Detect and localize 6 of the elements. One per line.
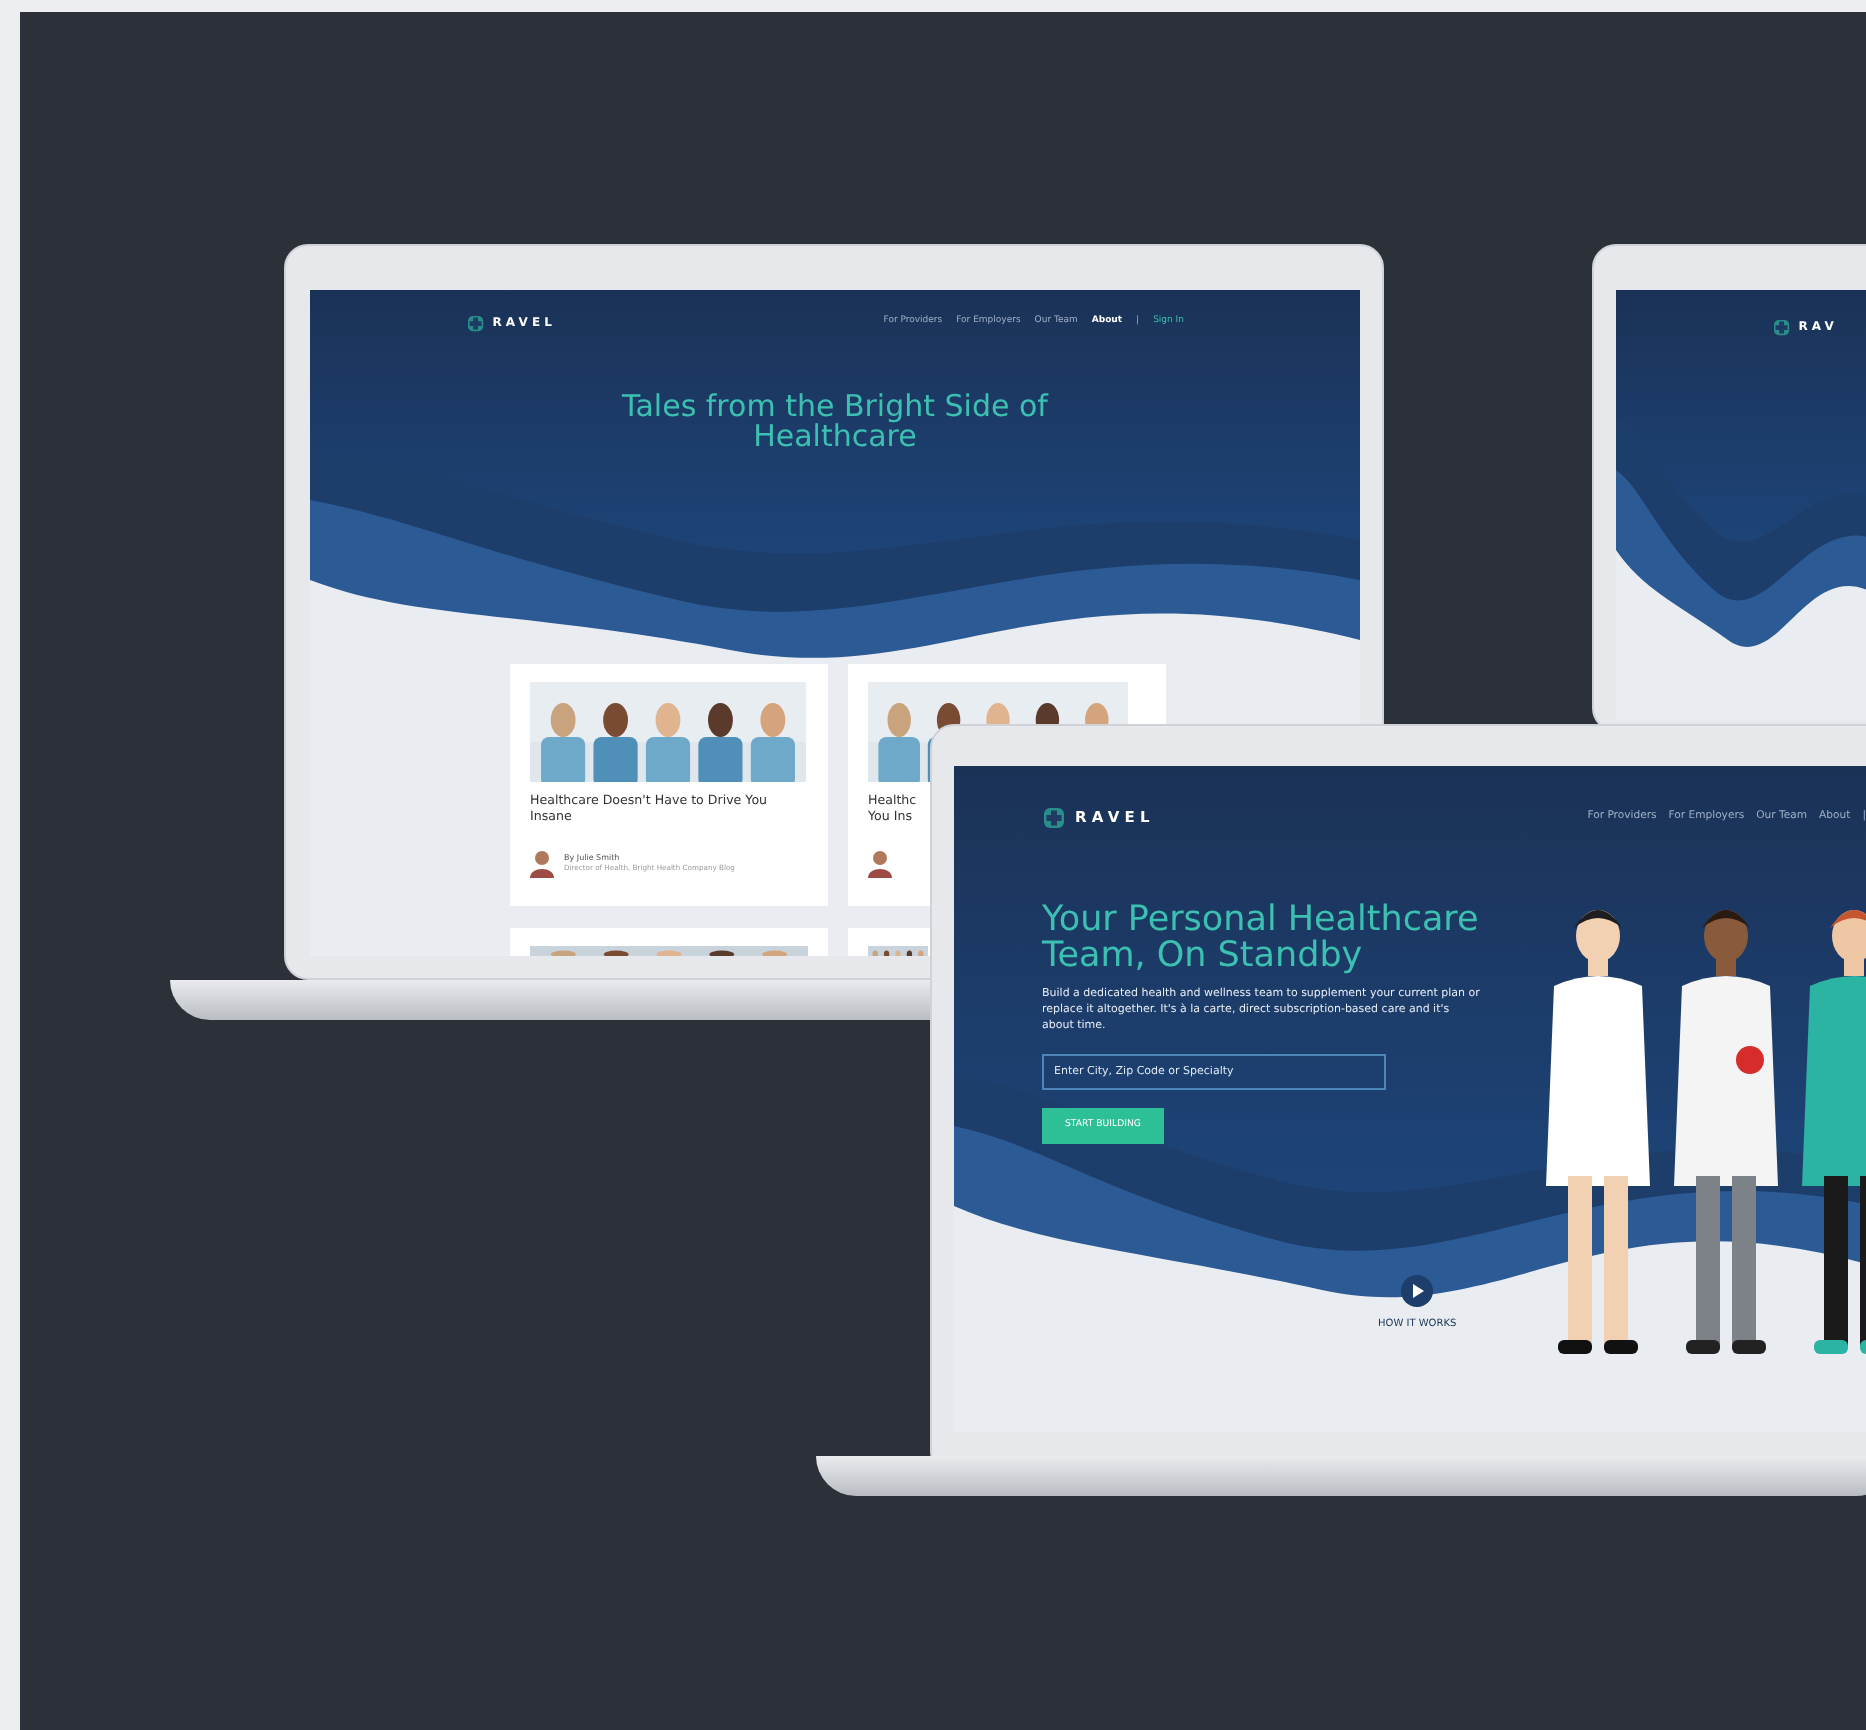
play-icon[interactable]	[1400, 1274, 1435, 1308]
page-heading: Tales from the Bright Side of Healthcare	[620, 391, 1051, 452]
cross-logo-icon	[1042, 806, 1066, 830]
hero-heading: Your Personal Healthcare Team, On Standby	[1042, 902, 1481, 974]
avatar-icon	[530, 850, 554, 878]
avatar-icon	[868, 850, 892, 878]
